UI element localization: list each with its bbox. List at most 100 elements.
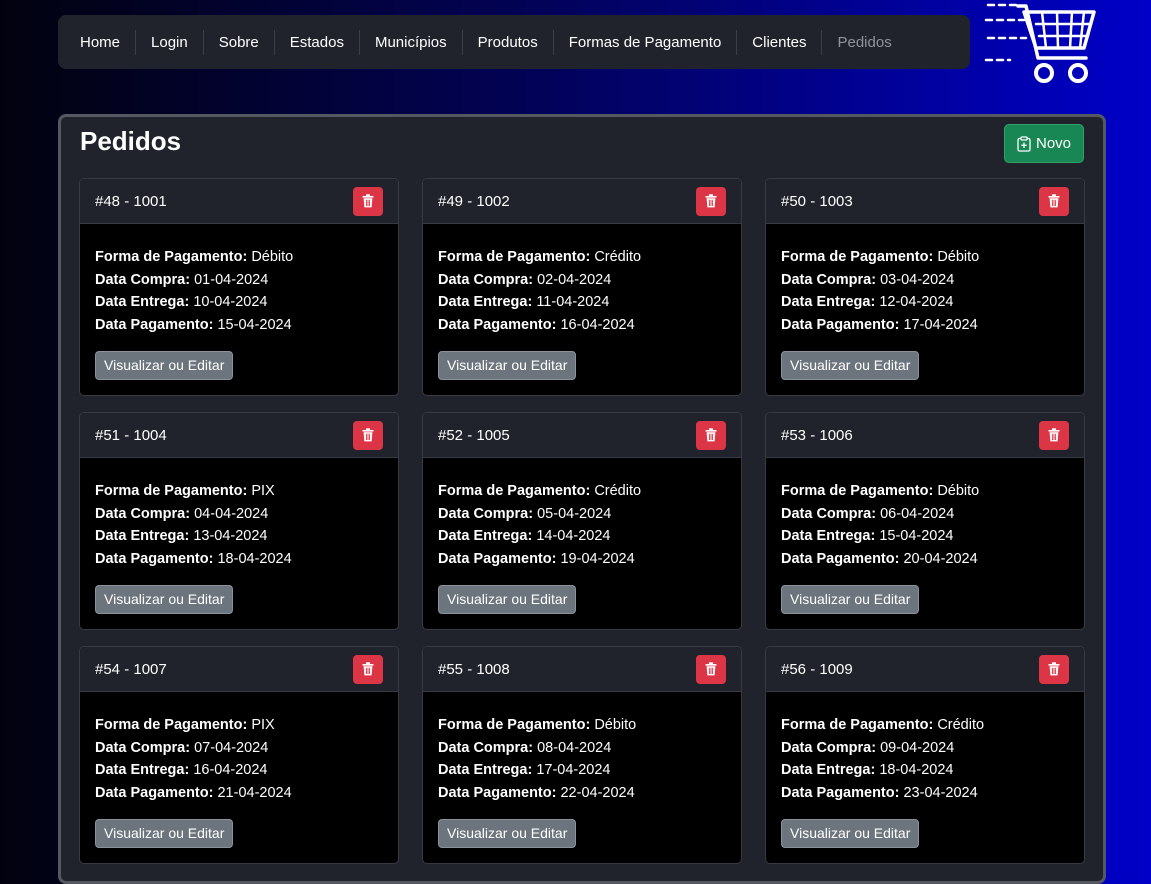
delete-order-button[interactable] xyxy=(696,655,726,684)
nav-clientes[interactable]: Clientes xyxy=(737,30,822,55)
order-title: #49 - 1002 xyxy=(438,193,510,210)
view-edit-button[interactable]: Visualizar ou Editar xyxy=(95,585,233,614)
data-pagamento-label: Data Pagamento: xyxy=(95,317,213,333)
order-title: #55 - 1008 xyxy=(438,661,510,678)
data-pagamento-line: Data Pagamento: 22-04-2024 xyxy=(438,782,726,805)
nav-home[interactable]: Home xyxy=(65,30,136,55)
order-card: #50 - 1003 Forma de Pagamento: Débito Da… xyxy=(765,178,1085,396)
nav-login[interactable]: Login xyxy=(136,30,204,55)
forma-pagamento-line: Forma de Pagamento: Débito xyxy=(781,480,1069,503)
data-pagamento-label: Data Pagamento: xyxy=(438,785,556,801)
view-edit-button[interactable]: Visualizar ou Editar xyxy=(95,351,233,380)
forma-pagamento-value: PIX xyxy=(251,483,274,499)
nav-estados[interactable]: Estados xyxy=(275,30,360,55)
order-card-body: Forma de Pagamento: Débito Data Compra: … xyxy=(423,692,741,848)
data-compra-label: Data Compra: xyxy=(438,740,533,756)
page-title: Pedidos xyxy=(80,126,181,157)
order-card: #56 - 1009 Forma de Pagamento: Crédito D… xyxy=(765,646,1085,864)
data-compra-value: 07-04-2024 xyxy=(194,740,268,756)
forma-pagamento-value: Débito xyxy=(937,483,979,499)
forma-pagamento-value: PIX xyxy=(251,717,274,733)
data-pagamento-label: Data Pagamento: xyxy=(781,785,899,801)
data-pagamento-label: Data Pagamento: xyxy=(438,317,556,333)
clipboard-plus-icon xyxy=(1017,136,1031,152)
data-entrega-label: Data Entrega: xyxy=(95,528,189,544)
data-pagamento-line: Data Pagamento: 15-04-2024 xyxy=(95,314,383,337)
view-edit-button[interactable]: Visualizar ou Editar xyxy=(781,819,919,848)
nav-pedidos[interactable]: Pedidos xyxy=(822,30,906,55)
nav-sobre[interactable]: Sobre xyxy=(204,30,275,55)
forma-pagamento-label: Forma de Pagamento: xyxy=(438,249,590,265)
data-pagamento-label: Data Pagamento: xyxy=(781,551,899,567)
orders-panel: Pedidos Novo #48 - 1001 xyxy=(58,114,1106,884)
data-entrega-value: 13-04-2024 xyxy=(193,528,267,544)
data-entrega-line: Data Entrega: 14-04-2024 xyxy=(438,525,726,548)
view-edit-button[interactable]: Visualizar ou Editar xyxy=(781,585,919,614)
data-entrega-label: Data Entrega: xyxy=(95,294,189,310)
data-entrega-label: Data Entrega: xyxy=(781,528,875,544)
data-compra-label: Data Compra: xyxy=(781,740,876,756)
data-compra-value: 03-04-2024 xyxy=(880,272,954,288)
data-entrega-label: Data Entrega: xyxy=(438,762,532,778)
delete-order-button[interactable] xyxy=(696,421,726,450)
data-entrega-line: Data Entrega: 11-04-2024 xyxy=(438,291,726,314)
delete-order-button[interactable] xyxy=(353,421,383,450)
data-entrega-value: 17-04-2024 xyxy=(536,762,610,778)
data-pagamento-value: 16-04-2024 xyxy=(560,317,634,333)
delete-order-button[interactable] xyxy=(353,187,383,216)
order-card-body: Forma de Pagamento: Débito Data Compra: … xyxy=(766,458,1084,614)
view-edit-button[interactable]: Visualizar ou Editar xyxy=(781,351,919,380)
delete-order-button[interactable] xyxy=(353,655,383,684)
delete-order-button[interactable] xyxy=(1039,655,1069,684)
new-order-button[interactable]: Novo xyxy=(1004,124,1084,163)
view-edit-button[interactable]: Visualizar ou Editar xyxy=(438,351,576,380)
data-compra-label: Data Compra: xyxy=(95,740,190,756)
orders-grid: #48 - 1001 Forma de Pagamento: Débito Da… xyxy=(79,178,1085,864)
trash-icon xyxy=(705,428,717,442)
data-entrega-value: 16-04-2024 xyxy=(193,762,267,778)
data-entrega-line: Data Entrega: 13-04-2024 xyxy=(95,525,383,548)
order-title: #54 - 1007 xyxy=(95,661,167,678)
order-card: #54 - 1007 Forma de Pagamento: PIX Data … xyxy=(79,646,399,864)
order-title: #48 - 1001 xyxy=(95,193,167,210)
nav-formas-pagamento[interactable]: Formas de Pagamento xyxy=(554,30,738,55)
order-card: #55 - 1008 Forma de Pagamento: Débito Da… xyxy=(422,646,742,864)
data-pagamento-label: Data Pagamento: xyxy=(95,551,213,567)
data-entrega-label: Data Entrega: xyxy=(781,762,875,778)
view-edit-button[interactable]: Visualizar ou Editar xyxy=(438,819,576,848)
order-card-header: #54 - 1007 xyxy=(80,647,398,692)
forma-pagamento-value: Débito xyxy=(251,249,293,265)
data-pagamento-value: 17-04-2024 xyxy=(903,317,977,333)
data-entrega-line: Data Entrega: 10-04-2024 xyxy=(95,291,383,314)
view-edit-button[interactable]: Visualizar ou Editar xyxy=(95,819,233,848)
data-entrega-value: 12-04-2024 xyxy=(879,294,953,310)
data-compra-value: 08-04-2024 xyxy=(537,740,611,756)
data-compra-line: Data Compra: 05-04-2024 xyxy=(438,503,726,526)
forma-pagamento-label: Forma de Pagamento: xyxy=(95,483,247,499)
forma-pagamento-line: Forma de Pagamento: PIX xyxy=(95,714,383,737)
order-card-body: Forma de Pagamento: Crédito Data Compra:… xyxy=(423,224,741,380)
forma-pagamento-value: Crédito xyxy=(594,249,641,265)
shopping-cart-logo-icon xyxy=(980,0,1100,88)
forma-pagamento-value: Crédito xyxy=(594,483,641,499)
delete-order-button[interactable] xyxy=(1039,187,1069,216)
nav-produtos[interactable]: Produtos xyxy=(463,30,554,55)
view-edit-button[interactable]: Visualizar ou Editar xyxy=(438,585,576,614)
order-title: #56 - 1009 xyxy=(781,661,853,678)
order-card: #48 - 1001 Forma de Pagamento: Débito Da… xyxy=(79,178,399,396)
new-order-label: Novo xyxy=(1036,135,1071,152)
nav-municipios[interactable]: Municípios xyxy=(360,30,463,55)
data-compra-line: Data Compra: 09-04-2024 xyxy=(781,737,1069,760)
data-entrega-line: Data Entrega: 15-04-2024 xyxy=(781,525,1069,548)
data-entrega-value: 10-04-2024 xyxy=(193,294,267,310)
forma-pagamento-label: Forma de Pagamento: xyxy=(95,249,247,265)
data-entrega-value: 14-04-2024 xyxy=(536,528,610,544)
trash-icon xyxy=(705,662,717,676)
order-card-body: Forma de Pagamento: PIX Data Compra: 04-… xyxy=(80,458,398,614)
data-pagamento-value: 20-04-2024 xyxy=(903,551,977,567)
order-card-header: #50 - 1003 xyxy=(766,179,1084,224)
order-card: #51 - 1004 Forma de Pagamento: PIX Data … xyxy=(79,412,399,630)
forma-pagamento-line: Forma de Pagamento: Crédito xyxy=(781,714,1069,737)
delete-order-button[interactable] xyxy=(1039,421,1069,450)
delete-order-button[interactable] xyxy=(696,187,726,216)
